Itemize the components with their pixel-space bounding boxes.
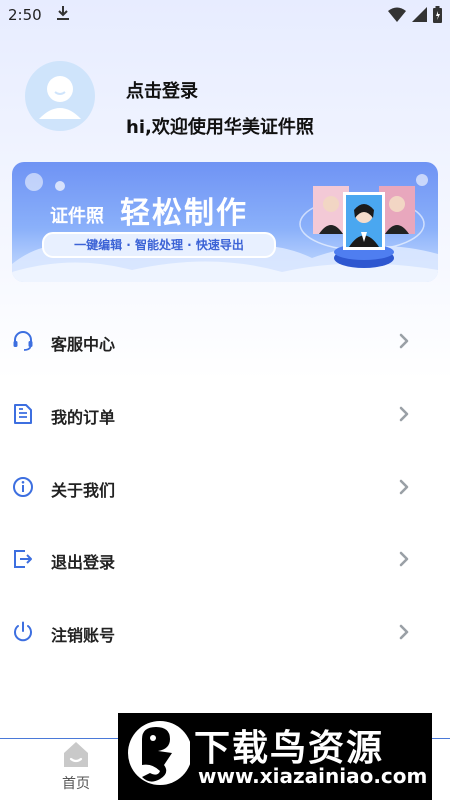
headset-icon (11, 329, 35, 353)
profile-page: 2:50 点击登录 hi,欢迎使用华美证件照 证件照 轻松制作 一键编辑 · 智… (0, 0, 450, 800)
menu-item-about-us[interactable]: 关于我们 (0, 462, 450, 512)
info-icon (11, 475, 35, 499)
nav-tab-home[interactable]: 首页 (50, 740, 102, 798)
menu-label: 关于我们 (51, 481, 116, 500)
watermark: 下载鸟资源 www.xiazainiao.com (118, 713, 432, 800)
status-bar: 2:50 (0, 0, 450, 32)
document-icon (11, 402, 35, 426)
id-photo-illustration (313, 186, 415, 268)
chevron-right-icon (396, 405, 412, 423)
home-icon (61, 740, 91, 772)
logout-icon (11, 547, 35, 571)
banner-features: 一键编辑 · 智能处理 · 快速导出 (42, 232, 276, 258)
chevron-right-icon (396, 550, 412, 568)
login-link[interactable]: 点击登录 (126, 77, 198, 103)
menu-label: 注销账号 (51, 626, 116, 645)
menu-item-logout[interactable]: 退出登录 (0, 534, 450, 584)
chevron-right-icon (396, 478, 412, 496)
menu-label: 我的订单 (51, 408, 116, 427)
menu-item-my-orders[interactable]: 我的订单 (0, 389, 450, 439)
wifi-icon (388, 7, 406, 23)
menu-label: 退出登录 (51, 553, 116, 572)
banner-tag: 证件照 (50, 206, 104, 227)
watermark-url: www.xiazainiao.com (198, 764, 428, 788)
chevron-right-icon (396, 623, 412, 641)
download-icon (56, 5, 70, 25)
menu-item-delete-account[interactable]: 注销账号 (0, 607, 450, 657)
promo-banner[interactable]: 证件照 轻松制作 一键编辑 · 智能处理 · 快速导出 (12, 162, 438, 282)
status-icons (388, 6, 442, 23)
user-avatar-icon[interactable] (25, 61, 95, 131)
welcome-text: hi,欢迎使用华美证件照 (126, 117, 314, 138)
status-time: 2:50 (8, 6, 42, 24)
menu-item-customer-service[interactable]: 客服中心 (0, 316, 450, 366)
chevron-right-icon (396, 332, 412, 350)
power-icon (11, 620, 35, 644)
menu-label: 客服中心 (51, 335, 116, 354)
banner-headline: 轻松制作 (120, 196, 248, 231)
battery-icon (433, 6, 442, 23)
signal-icon (412, 6, 427, 23)
nav-home-label: 首页 (62, 776, 90, 792)
bird-logo-icon (128, 721, 190, 785)
